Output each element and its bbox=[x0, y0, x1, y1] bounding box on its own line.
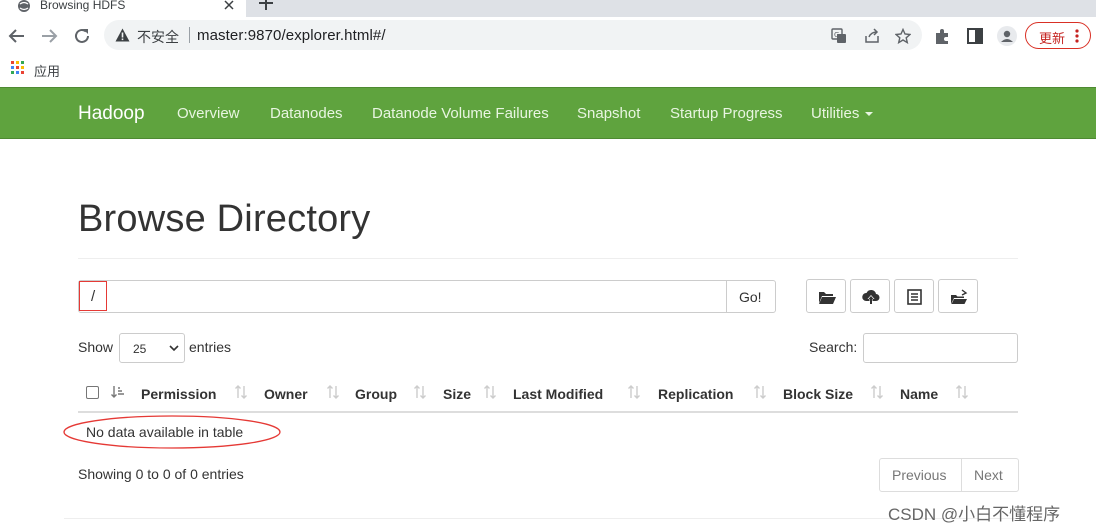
column-permission[interactable]: Permission bbox=[141, 386, 216, 402]
list-icon bbox=[907, 289, 922, 305]
hadoop-navbar: Hadoop Overview Datanodes Datanode Volum… bbox=[0, 87, 1096, 139]
pagination: Previous Next bbox=[879, 458, 1019, 492]
entries-value: 25 bbox=[133, 342, 147, 356]
cut-paste-button[interactable] bbox=[938, 279, 978, 313]
tab-strip: Browsing HDFS bbox=[0, 0, 1096, 17]
nav-item-utilities[interactable]: Utilities bbox=[811, 105, 874, 122]
previous-label: Previous bbox=[892, 467, 947, 483]
update-label: 更新 bbox=[1039, 31, 1066, 46]
annotation-ellipse bbox=[63, 415, 281, 449]
insecure-label[interactable]: 不安全 bbox=[137, 27, 179, 47]
table-header: Permission Owner Group Size Last Modifie… bbox=[78, 378, 1018, 412]
warning-icon[interactable] bbox=[115, 28, 130, 42]
page-title: Browse Directory bbox=[78, 198, 371, 240]
globe-icon bbox=[18, 0, 30, 12]
bookmarks-bar: 应用 bbox=[0, 55, 1096, 86]
nav-item-snapshot[interactable]: Snapshot bbox=[577, 105, 640, 122]
star-icon[interactable] bbox=[895, 28, 911, 44]
entries-per-page-select[interactable]: 25 bbox=[119, 333, 185, 363]
create-directory-button[interactable] bbox=[806, 279, 846, 313]
search-input[interactable] bbox=[863, 333, 1018, 363]
caret-down-icon bbox=[865, 112, 874, 117]
reload-icon[interactable] bbox=[73, 27, 91, 45]
column-block-size[interactable]: Block Size bbox=[783, 386, 853, 402]
browser-toolbar: 不安全 master:9870/explorer.html#/ G 更新 bbox=[0, 17, 1096, 55]
navbar-brand[interactable]: Hadoop bbox=[78, 103, 145, 125]
nav-item-overview[interactable]: Overview bbox=[177, 105, 240, 122]
sidebar-icon[interactable] bbox=[966, 27, 984, 45]
nav-item-volume-failures[interactable]: Datanode Volume Failures bbox=[372, 105, 549, 122]
folder-open-icon bbox=[819, 292, 836, 304]
sort-icon[interactable] bbox=[753, 385, 767, 399]
divider bbox=[189, 27, 190, 43]
sort-icon[interactable] bbox=[326, 385, 340, 399]
apps-icon[interactable] bbox=[11, 61, 24, 74]
sort-icon[interactable] bbox=[483, 385, 497, 399]
apps-bookmark[interactable]: 应用 bbox=[34, 61, 60, 80]
forward-icon[interactable] bbox=[40, 27, 58, 45]
back-icon[interactable] bbox=[8, 27, 26, 45]
svg-text:G: G bbox=[834, 31, 839, 39]
column-replication[interactable]: Replication bbox=[658, 386, 733, 402]
nav-item-startup-progress[interactable]: Startup Progress bbox=[670, 105, 783, 122]
path-form: / Go! bbox=[78, 280, 776, 313]
show-label: Show bbox=[78, 339, 114, 355]
translate-icon[interactable]: G bbox=[831, 28, 847, 44]
browser-tab[interactable]: Browsing HDFS bbox=[0, 0, 246, 17]
tab-title: Browsing HDFS bbox=[40, 0, 126, 12]
chevron-down-icon bbox=[169, 345, 179, 352]
column-name[interactable]: Name bbox=[900, 386, 938, 402]
update-button[interactable]: 更新 bbox=[1025, 22, 1091, 49]
address-bar[interactable]: 不安全 master:9870/explorer.html#/ G bbox=[104, 20, 922, 50]
sort-icon[interactable] bbox=[234, 385, 248, 399]
annotation-box bbox=[79, 281, 107, 311]
previous-button[interactable]: Previous bbox=[880, 459, 962, 491]
divider bbox=[64, 518, 1018, 519]
next-button[interactable]: Next bbox=[962, 459, 1019, 491]
search-label: Search: bbox=[809, 339, 858, 355]
close-icon[interactable] bbox=[224, 0, 234, 10]
sort-icon[interactable] bbox=[627, 385, 641, 399]
column-group[interactable]: Group bbox=[355, 386, 397, 402]
sort-icon[interactable] bbox=[955, 385, 969, 399]
sort-icon[interactable] bbox=[870, 385, 884, 399]
column-size[interactable]: Size bbox=[443, 386, 471, 402]
go-label: Go! bbox=[739, 289, 762, 305]
sort-icon[interactable] bbox=[413, 385, 427, 399]
upload-icon bbox=[862, 289, 880, 304]
upload-button[interactable] bbox=[850, 279, 890, 313]
divider bbox=[78, 258, 1018, 259]
table-info: Showing 0 to 0 of 0 entries bbox=[78, 466, 244, 482]
url-text[interactable]: master:9870/explorer.html#/ bbox=[197, 27, 386, 44]
directory-path-input[interactable]: / bbox=[78, 280, 727, 313]
nav-item-datanodes[interactable]: Datanodes bbox=[270, 105, 343, 122]
entries-label: entries bbox=[189, 339, 232, 355]
list-button[interactable] bbox=[894, 279, 934, 313]
share-icon[interactable] bbox=[864, 28, 880, 44]
column-owner[interactable]: Owner bbox=[264, 386, 308, 402]
new-tab-icon[interactable] bbox=[259, 0, 273, 10]
extensions-icon[interactable] bbox=[933, 27, 951, 45]
more-icon bbox=[1075, 29, 1079, 43]
sort-asc-icon[interactable] bbox=[111, 385, 125, 399]
utilities-label: Utilities bbox=[811, 105, 860, 122]
table-header-border bbox=[78, 411, 1018, 413]
go-button[interactable]: Go! bbox=[726, 280, 776, 313]
profile-icon[interactable] bbox=[997, 26, 1017, 46]
watermark: CSDN @小白不懂程序 bbox=[888, 505, 1061, 524]
select-all-checkbox[interactable] bbox=[86, 386, 99, 399]
column-last-modified[interactable]: Last Modified bbox=[513, 386, 603, 402]
next-label: Next bbox=[974, 467, 1003, 483]
cut-paste-icon bbox=[951, 289, 968, 304]
